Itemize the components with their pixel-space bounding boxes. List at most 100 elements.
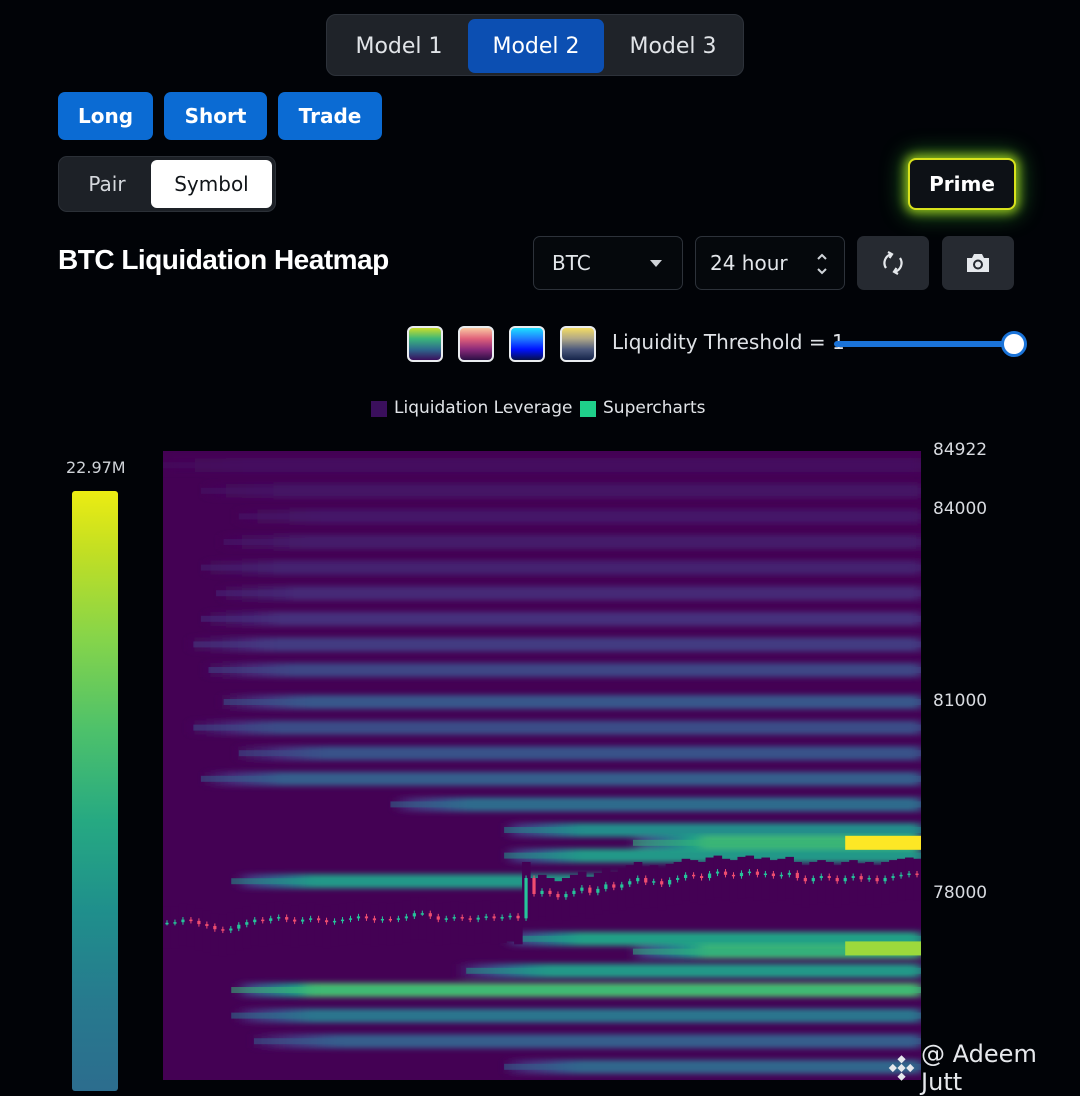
- palette-jet-swatch[interactable]: [509, 326, 545, 362]
- cleared-liquidity-zone: [258, 904, 268, 947]
- candle-body: [372, 918, 377, 921]
- cleared-liquidity-zone: [346, 902, 356, 945]
- trade-button[interactable]: Trade: [278, 92, 382, 140]
- candle-body: [707, 873, 712, 879]
- long-button[interactable]: Long: [58, 92, 153, 140]
- heatmap-hotspot: [845, 835, 921, 850]
- candle-body: [644, 878, 648, 883]
- candle-body: [332, 920, 337, 923]
- cleared-liquidity-zone: [801, 865, 810, 908]
- candle-body: [620, 884, 624, 888]
- heatmap-band: [504, 1063, 921, 1070]
- palette-viridis-swatch[interactable]: [407, 326, 443, 362]
- cleared-liquidity-zone: [482, 900, 491, 943]
- candle-body: [500, 917, 504, 919]
- cleared-liquidity-zone: [354, 900, 364, 943]
- symbol-option[interactable]: Symbol: [151, 160, 272, 208]
- candle-body: [891, 876, 895, 879]
- cleared-liquidity-zone: [370, 904, 380, 947]
- candle-body: [771, 873, 775, 877]
- candle-body: [237, 924, 241, 929]
- threshold-label: Liquidity Threshold = 1: [612, 330, 845, 354]
- cleared-liquidity-zone: [729, 860, 739, 903]
- candle-body: [747, 871, 752, 874]
- heatmap-band: [238, 513, 921, 520]
- cleared-liquidity-zone: [585, 876, 595, 919]
- cleared-liquidity-zone: [226, 912, 236, 955]
- legend-label-supercharts: Supercharts: [603, 398, 706, 418]
- candle-body: [508, 915, 512, 918]
- candle-body: [468, 918, 472, 920]
- candle-body: [835, 878, 839, 882]
- palette-magma-swatch[interactable]: [458, 326, 494, 362]
- cleared-liquidity-zone: [897, 858, 906, 901]
- candle-body: [755, 871, 760, 875]
- cleared-liquidity-zone: [506, 899, 515, 942]
- candle-body: [660, 881, 664, 885]
- cleared-liquidity-zone: [170, 906, 180, 949]
- cleared-liquidity-zone: [418, 897, 427, 940]
- candle-body: [723, 871, 728, 875]
- candle-body: [556, 894, 560, 898]
- candle-body: [548, 890, 552, 895]
- liquidation-heatmap[interactable]: [163, 451, 921, 1080]
- cleared-liquidity-zone: [210, 913, 220, 956]
- cleared-liquidity-zone: [905, 857, 914, 900]
- cleared-liquidity-zone: [553, 881, 563, 924]
- cleared-liquidity-zone: [218, 914, 228, 957]
- cleared-liquidity-zone: [362, 902, 372, 945]
- pair-option[interactable]: Pair: [63, 160, 151, 208]
- threshold-slider-thumb[interactable]: [1001, 331, 1027, 357]
- heatmap-band: [238, 750, 921, 757]
- candle-body: [668, 879, 672, 885]
- heatmap-band: [163, 462, 921, 469]
- refresh-icon: [883, 251, 903, 275]
- candle-body: [277, 917, 281, 919]
- cleared-liquidity-zone: [434, 903, 443, 946]
- candle-body: [859, 876, 863, 880]
- candle-body: [221, 929, 225, 931]
- cleared-liquidity-zone: [865, 862, 874, 905]
- y-tick-78000: 78000: [933, 883, 988, 903]
- tab-model-1[interactable]: Model 1: [331, 19, 467, 73]
- cleared-liquidity-zone: [186, 904, 196, 947]
- cleared-liquidity-zone: [641, 866, 651, 909]
- chevron-down-icon: [650, 260, 662, 267]
- candle-body: [699, 876, 704, 879]
- cleared-liquidity-zone: [777, 858, 786, 901]
- candle-body: [739, 872, 744, 877]
- heatmap-band: [231, 1012, 921, 1019]
- cleared-liquidity-zone: [721, 858, 731, 901]
- y-tick-84000: 84000: [933, 499, 988, 519]
- tab-model-2[interactable]: Model 2: [468, 19, 604, 73]
- candle-body: [676, 878, 680, 880]
- cleared-liquidity-zone: [338, 903, 348, 946]
- cleared-liquidity-zone: [330, 904, 340, 947]
- short-button[interactable]: Short: [164, 92, 267, 140]
- candle-body: [787, 872, 791, 875]
- cleared-liquidity-zone: [514, 902, 523, 945]
- candle-body: [819, 876, 823, 879]
- cleared-liquidity-zone: [306, 902, 316, 945]
- heatmap-band: [223, 699, 921, 706]
- cleared-liquidity-zone: [322, 906, 332, 949]
- binance-logo-icon: [888, 1055, 915, 1081]
- candle-body: [636, 878, 640, 882]
- screenshot-button[interactable]: [942, 236, 1014, 290]
- cleared-liquidity-zone: [498, 901, 507, 944]
- cleared-liquidity-zone: [793, 862, 802, 905]
- cleared-liquidity-zone: [769, 860, 778, 903]
- candle-body: [428, 913, 432, 917]
- candle-body: [851, 876, 855, 879]
- cleared-liquidity-zone: [442, 902, 451, 945]
- refresh-button[interactable]: [857, 236, 929, 290]
- candle-body: [205, 924, 209, 927]
- heatmap-band: [504, 935, 921, 942]
- timeframe-stepper[interactable]: 24 hour: [695, 236, 845, 290]
- tab-model-3[interactable]: Model 3: [605, 19, 741, 73]
- watermark-text: @ Adeem Jutt: [921, 1040, 1037, 1096]
- asset-select[interactable]: BTC: [533, 236, 683, 290]
- prime-button[interactable]: Prime: [908, 158, 1016, 210]
- threshold-slider-track[interactable]: [834, 341, 1016, 347]
- palette-cividis-swatch[interactable]: [560, 326, 596, 362]
